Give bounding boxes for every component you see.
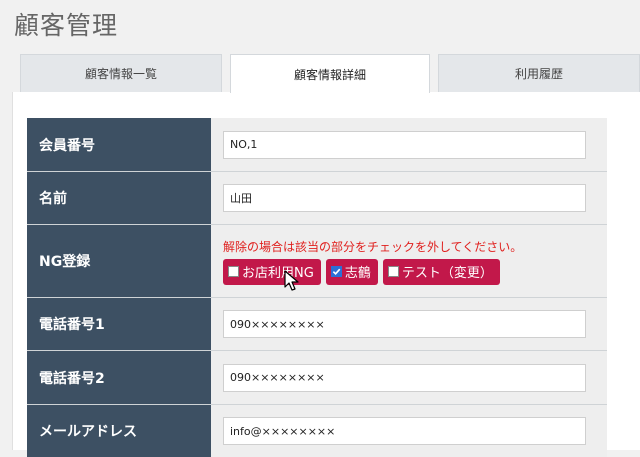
ng-option-store-use[interactable]: お店利用NG: [223, 258, 321, 285]
member-no-label: 会員番号: [27, 118, 211, 171]
phone1-label: 電話番号1: [27, 298, 211, 350]
tab-customer-list[interactable]: 顧客情報一覧: [20, 54, 222, 92]
row-email: メールアドレス: [27, 405, 607, 457]
name-input[interactable]: [223, 184, 586, 212]
email-label: メールアドレス: [27, 405, 211, 457]
customer-detail-table: 会員番号 名前 NG登録 解除の場合は該当の部分をチェックを外してください。 お…: [27, 118, 607, 457]
row-phone1: 電話番号1: [27, 298, 607, 351]
phone2-input[interactable]: [223, 363, 586, 392]
ng-note: 解除の場合は該当の部分をチェックを外してください。: [223, 239, 523, 254]
checkmark-icon: [332, 268, 341, 276]
tab-usage-history[interactable]: 利用履歴: [438, 54, 640, 92]
ng-option-store-use-label: お店利用NG: [242, 266, 314, 281]
row-member-no: 会員番号: [27, 118, 607, 172]
row-phone2: 電話番号2: [27, 351, 607, 405]
name-label: 名前: [27, 172, 211, 224]
ng-label: NG登録: [27, 225, 211, 297]
tab-customer-detail[interactable]: 顧客情報詳細: [230, 54, 430, 93]
checkbox-shizuru[interactable]: [330, 266, 342, 277]
ng-option-shizuru-label: 志鶴: [344, 266, 371, 281]
member-no-input[interactable]: [223, 130, 586, 159]
phone2-label: 電話番号2: [27, 351, 211, 404]
mouse-pointer-icon: [284, 270, 299, 291]
page-title: 顧客管理: [14, 11, 119, 40]
email-cell: [211, 405, 607, 457]
ng-option-test-label: テスト（変更）: [401, 266, 493, 281]
phone1-input[interactable]: [223, 310, 586, 338]
phone2-cell: [211, 351, 607, 404]
ng-cell: 解除の場合は該当の部分をチェックを外してください。 お店利用NG 志鶴 テスト（…: [211, 225, 607, 297]
ng-options: お店利用NG 志鶴 テスト（変更）: [223, 258, 500, 285]
row-ng-registration: NG登録 解除の場合は該当の部分をチェックを外してください。 お店利用NG 志鶴…: [27, 225, 607, 298]
ng-option-test[interactable]: テスト（変更）: [382, 258, 500, 285]
row-name: 名前: [27, 172, 607, 225]
phone1-cell: [211, 298, 607, 350]
name-cell: [211, 172, 607, 224]
email-input[interactable]: [223, 417, 586, 445]
checkbox-store-use[interactable]: [228, 266, 239, 277]
tab-bar: 顧客情報一覧 顧客情報詳細 利用履歴: [0, 54, 640, 93]
member-no-cell: [211, 118, 607, 171]
checkbox-test[interactable]: [387, 266, 399, 277]
ng-option-shizuru[interactable]: 志鶴: [325, 258, 378, 285]
